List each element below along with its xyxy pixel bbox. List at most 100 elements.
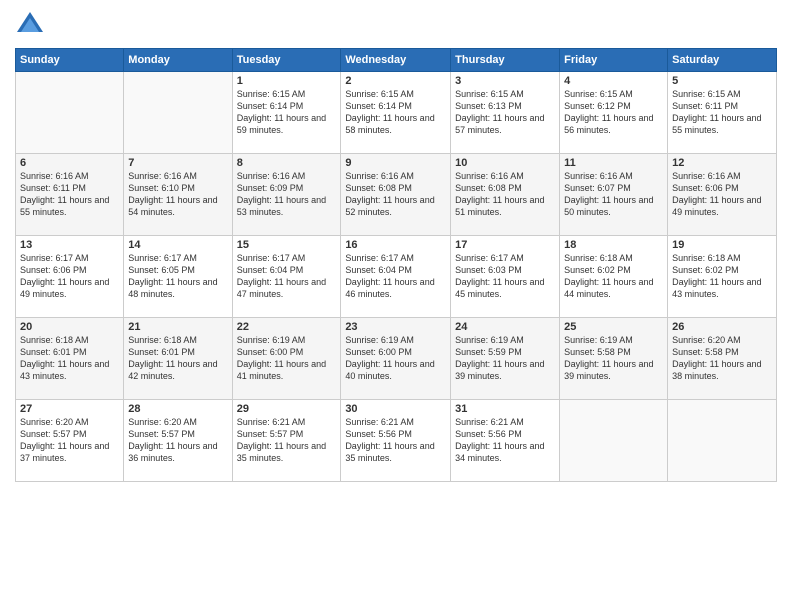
calendar-cell: 30 Sunrise: 6:21 AMSunset: 5:56 PMDaylig… (341, 400, 451, 482)
day-info: Sunrise: 6:20 AMSunset: 5:57 PMDaylight:… (20, 416, 119, 465)
day-number: 21 (128, 321, 227, 333)
day-number: 19 (672, 239, 772, 251)
calendar-cell: 24 Sunrise: 6:19 AMSunset: 5:59 PMDaylig… (451, 318, 560, 400)
day-info: Sunrise: 6:15 AMSunset: 6:14 PMDaylight:… (345, 88, 446, 137)
weekday-header-friday: Friday (560, 49, 668, 72)
calendar-body: 1 Sunrise: 6:15 AMSunset: 6:14 PMDayligh… (16, 72, 777, 482)
day-info: Sunrise: 6:18 AMSunset: 6:02 PMDaylight:… (564, 252, 663, 301)
day-info: Sunrise: 6:19 AMSunset: 6:00 PMDaylight:… (345, 334, 446, 383)
weekday-header-saturday: Saturday (668, 49, 777, 72)
day-number: 31 (455, 403, 555, 415)
day-info: Sunrise: 6:16 AMSunset: 6:07 PMDaylight:… (564, 170, 663, 219)
week-row-2: 6 Sunrise: 6:16 AMSunset: 6:11 PMDayligh… (16, 154, 777, 236)
day-info: Sunrise: 6:17 AMSunset: 6:04 PMDaylight:… (345, 252, 446, 301)
day-number: 11 (564, 157, 663, 169)
calendar-cell: 3 Sunrise: 6:15 AMSunset: 6:13 PMDayligh… (451, 72, 560, 154)
calendar-cell: 27 Sunrise: 6:20 AMSunset: 5:57 PMDaylig… (16, 400, 124, 482)
calendar-cell: 12 Sunrise: 6:16 AMSunset: 6:06 PMDaylig… (668, 154, 777, 236)
day-info: Sunrise: 6:16 AMSunset: 6:08 PMDaylight:… (345, 170, 446, 219)
calendar-cell: 29 Sunrise: 6:21 AMSunset: 5:57 PMDaylig… (232, 400, 341, 482)
calendar-cell: 1 Sunrise: 6:15 AMSunset: 6:14 PMDayligh… (232, 72, 341, 154)
calendar-header: SundayMondayTuesdayWednesdayThursdayFrid… (16, 49, 777, 72)
day-info: Sunrise: 6:18 AMSunset: 6:01 PMDaylight:… (128, 334, 227, 383)
day-info: Sunrise: 6:21 AMSunset: 5:57 PMDaylight:… (237, 416, 337, 465)
day-info: Sunrise: 6:17 AMSunset: 6:06 PMDaylight:… (20, 252, 119, 301)
calendar-cell: 10 Sunrise: 6:16 AMSunset: 6:08 PMDaylig… (451, 154, 560, 236)
day-number: 30 (345, 403, 446, 415)
calendar-cell: 8 Sunrise: 6:16 AMSunset: 6:09 PMDayligh… (232, 154, 341, 236)
day-info: Sunrise: 6:17 AMSunset: 6:04 PMDaylight:… (237, 252, 337, 301)
calendar-cell: 16 Sunrise: 6:17 AMSunset: 6:04 PMDaylig… (341, 236, 451, 318)
day-number: 9 (345, 157, 446, 169)
day-info: Sunrise: 6:21 AMSunset: 5:56 PMDaylight:… (455, 416, 555, 465)
weekday-header-sunday: Sunday (16, 49, 124, 72)
day-number: 23 (345, 321, 446, 333)
week-row-3: 13 Sunrise: 6:17 AMSunset: 6:06 PMDaylig… (16, 236, 777, 318)
day-number: 8 (237, 157, 337, 169)
day-number: 6 (20, 157, 119, 169)
calendar-cell: 18 Sunrise: 6:18 AMSunset: 6:02 PMDaylig… (560, 236, 668, 318)
calendar-cell (668, 400, 777, 482)
day-info: Sunrise: 6:16 AMSunset: 6:10 PMDaylight:… (128, 170, 227, 219)
day-info: Sunrise: 6:16 AMSunset: 6:09 PMDaylight:… (237, 170, 337, 219)
weekday-header-thursday: Thursday (451, 49, 560, 72)
calendar-cell: 25 Sunrise: 6:19 AMSunset: 5:58 PMDaylig… (560, 318, 668, 400)
day-number: 4 (564, 75, 663, 87)
weekday-header-tuesday: Tuesday (232, 49, 341, 72)
day-number: 17 (455, 239, 555, 251)
calendar-cell: 20 Sunrise: 6:18 AMSunset: 6:01 PMDaylig… (16, 318, 124, 400)
page: SundayMondayTuesdayWednesdayThursdayFrid… (0, 0, 792, 612)
day-info: Sunrise: 6:19 AMSunset: 5:58 PMDaylight:… (564, 334, 663, 383)
day-info: Sunrise: 6:17 AMSunset: 6:05 PMDaylight:… (128, 252, 227, 301)
calendar-cell: 15 Sunrise: 6:17 AMSunset: 6:04 PMDaylig… (232, 236, 341, 318)
calendar-cell: 6 Sunrise: 6:16 AMSunset: 6:11 PMDayligh… (16, 154, 124, 236)
header (15, 10, 777, 40)
day-info: Sunrise: 6:16 AMSunset: 6:06 PMDaylight:… (672, 170, 772, 219)
calendar-cell: 23 Sunrise: 6:19 AMSunset: 6:00 PMDaylig… (341, 318, 451, 400)
day-info: Sunrise: 6:18 AMSunset: 6:01 PMDaylight:… (20, 334, 119, 383)
day-number: 18 (564, 239, 663, 251)
calendar-cell: 22 Sunrise: 6:19 AMSunset: 6:00 PMDaylig… (232, 318, 341, 400)
day-number: 3 (455, 75, 555, 87)
day-info: Sunrise: 6:15 AMSunset: 6:13 PMDaylight:… (455, 88, 555, 137)
day-number: 20 (20, 321, 119, 333)
day-number: 25 (564, 321, 663, 333)
day-info: Sunrise: 6:16 AMSunset: 6:11 PMDaylight:… (20, 170, 119, 219)
calendar-cell (124, 72, 232, 154)
logo (15, 10, 49, 40)
day-info: Sunrise: 6:20 AMSunset: 5:57 PMDaylight:… (128, 416, 227, 465)
calendar-cell: 11 Sunrise: 6:16 AMSunset: 6:07 PMDaylig… (560, 154, 668, 236)
day-number: 27 (20, 403, 119, 415)
calendar-cell: 9 Sunrise: 6:16 AMSunset: 6:08 PMDayligh… (341, 154, 451, 236)
day-number: 28 (128, 403, 227, 415)
day-info: Sunrise: 6:19 AMSunset: 6:00 PMDaylight:… (237, 334, 337, 383)
calendar-cell: 28 Sunrise: 6:20 AMSunset: 5:57 PMDaylig… (124, 400, 232, 482)
day-info: Sunrise: 6:15 AMSunset: 6:14 PMDaylight:… (237, 88, 337, 137)
day-number: 16 (345, 239, 446, 251)
calendar-cell: 13 Sunrise: 6:17 AMSunset: 6:06 PMDaylig… (16, 236, 124, 318)
day-info: Sunrise: 6:17 AMSunset: 6:03 PMDaylight:… (455, 252, 555, 301)
day-number: 24 (455, 321, 555, 333)
day-number: 13 (20, 239, 119, 251)
day-number: 22 (237, 321, 337, 333)
day-number: 10 (455, 157, 555, 169)
day-info: Sunrise: 6:16 AMSunset: 6:08 PMDaylight:… (455, 170, 555, 219)
day-number: 2 (345, 75, 446, 87)
day-number: 15 (237, 239, 337, 251)
day-info: Sunrise: 6:21 AMSunset: 5:56 PMDaylight:… (345, 416, 446, 465)
day-number: 1 (237, 75, 337, 87)
calendar-cell: 5 Sunrise: 6:15 AMSunset: 6:11 PMDayligh… (668, 72, 777, 154)
weekday-header-monday: Monday (124, 49, 232, 72)
day-number: 26 (672, 321, 772, 333)
day-info: Sunrise: 6:15 AMSunset: 6:12 PMDaylight:… (564, 88, 663, 137)
weekday-row: SundayMondayTuesdayWednesdayThursdayFrid… (16, 49, 777, 72)
calendar-cell (16, 72, 124, 154)
day-number: 14 (128, 239, 227, 251)
day-number: 12 (672, 157, 772, 169)
calendar-cell: 31 Sunrise: 6:21 AMSunset: 5:56 PMDaylig… (451, 400, 560, 482)
day-number: 29 (237, 403, 337, 415)
calendar-cell: 21 Sunrise: 6:18 AMSunset: 6:01 PMDaylig… (124, 318, 232, 400)
day-info: Sunrise: 6:18 AMSunset: 6:02 PMDaylight:… (672, 252, 772, 301)
calendar-table: SundayMondayTuesdayWednesdayThursdayFrid… (15, 48, 777, 482)
calendar-cell: 4 Sunrise: 6:15 AMSunset: 6:12 PMDayligh… (560, 72, 668, 154)
